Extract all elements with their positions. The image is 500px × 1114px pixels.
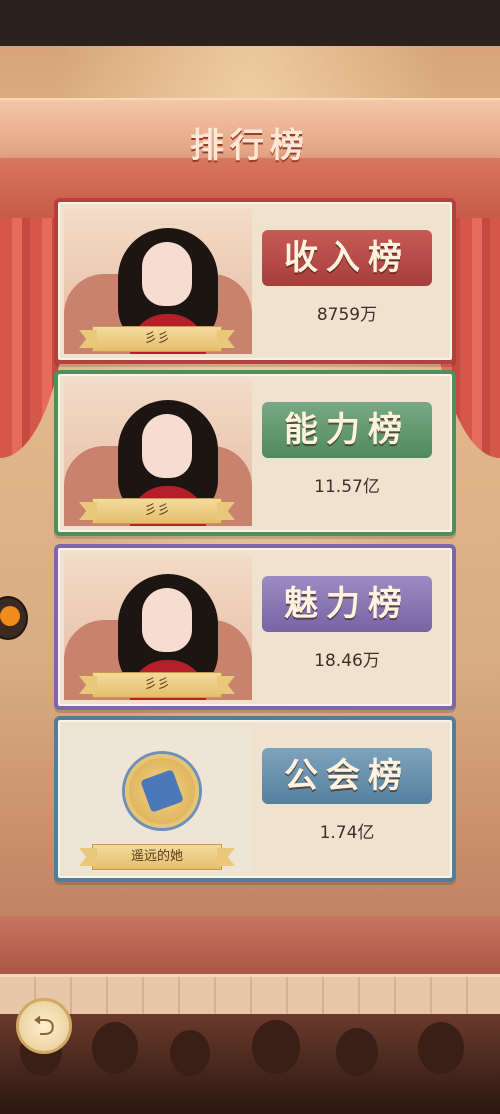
guild-board-card[interactable]: 遥远的她 公会榜 1.74亿 [54,716,456,882]
board-value: 1.74亿 [319,823,375,843]
side-tab-icon [0,606,20,626]
charm-board-card[interactable]: 彡彡 魅力榜 18.46万 [54,544,456,710]
board-value: 11.57亿 [314,477,380,497]
audience-head [170,1030,210,1076]
income-board-card[interactable]: 彡彡 收入榜 8759万 [54,198,456,364]
board-title: 能力榜 [262,402,432,458]
face-illustration [142,242,192,306]
face-illustration [142,414,192,478]
audience-head [418,1022,464,1074]
back-button[interactable]: ⮌ [16,998,72,1054]
guild-emblem-icon [125,754,199,828]
holder-name-ribbon: 遥远的她 [92,844,222,870]
board-title: 收入榜 [262,230,432,286]
top-status-bar [0,0,500,46]
holder-name-ribbon: 彡彡 [92,672,222,698]
audience-silhouettes [0,1014,500,1114]
board-title: 魅力榜 [262,576,432,632]
face-illustration [142,588,192,652]
ability-board-card[interactable]: 彡彡 能力榜 11.57亿 [54,370,456,536]
board-value: 18.46万 [314,651,380,671]
emblem-book-shape [140,769,184,813]
audience-head [92,1022,138,1074]
holder-name-ribbon: 彡彡 [92,498,222,524]
back-arrow-icon: ⮌ [32,1009,56,1042]
stage-floor [0,916,500,976]
board-value: 8759万 [316,305,378,325]
stage-apron [0,974,500,1017]
board-title: 公会榜 [262,748,432,804]
audience-head [336,1028,378,1076]
audience-head [252,1020,300,1074]
page-title: 排行榜 [190,126,310,166]
holder-name-ribbon: 彡彡 [92,326,222,352]
